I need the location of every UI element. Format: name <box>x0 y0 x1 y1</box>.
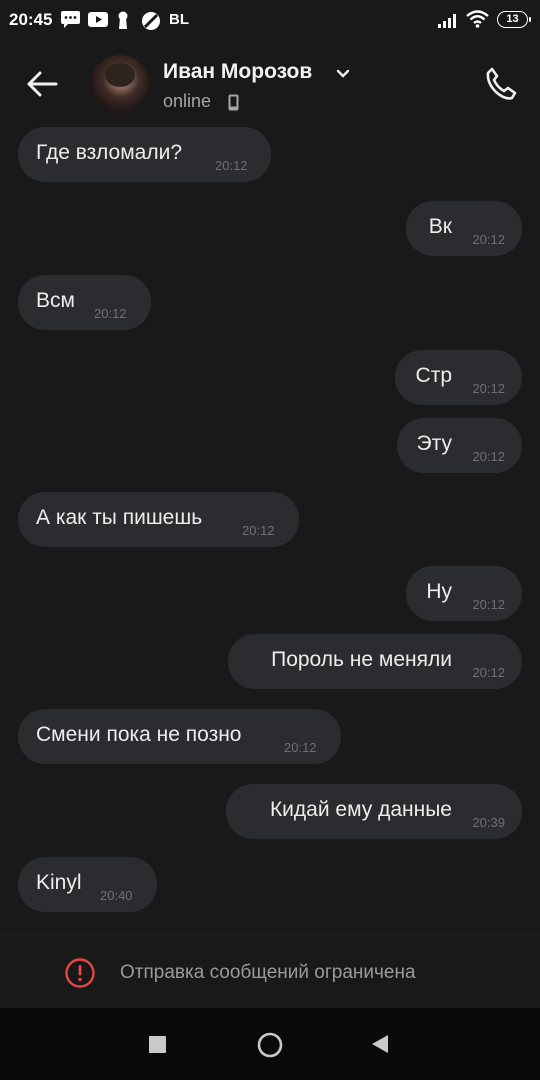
recents-button[interactable] <box>149 1036 166 1053</box>
battery-icon: 13 <box>497 11 531 28</box>
messaging-restricted-banner: Отправка сообщений ограничена <box>0 934 540 1009</box>
battery-level: 13 <box>506 13 519 25</box>
message-time: 20:12 <box>215 158 248 173</box>
message-out[interactable]: Ну 20:12 <box>406 566 522 621</box>
restriction-text: Отправка сообщений ограничена <box>120 962 416 983</box>
message-out[interactable]: Кидай ему данные 20:39 <box>226 784 522 839</box>
message-in[interactable]: Kinyl 20:40 <box>18 857 157 912</box>
message-time: 20:12 <box>472 449 505 464</box>
message-text: Эту <box>416 432 452 455</box>
message-text: Kinyl <box>36 871 82 894</box>
message-out[interactable]: Эту 20:12 <box>397 418 522 473</box>
message-text: Стр <box>415 364 452 387</box>
contact-name[interactable]: Иван Морозов <box>163 60 312 84</box>
system-nav-bar <box>0 1008 540 1080</box>
warning-circle-icon <box>65 958 95 988</box>
mobile-device-icon <box>228 94 239 111</box>
message-time: 20:12 <box>472 665 505 680</box>
message-time: 20:12 <box>472 232 505 247</box>
message-text: Всм <box>36 289 75 312</box>
status-bar: 20:45 BL 13 <box>0 0 540 42</box>
message-text: Пороль не меняли <box>271 648 452 671</box>
signal-icon <box>438 14 456 28</box>
chevron-down-icon[interactable] <box>336 69 350 79</box>
message-text: Где взломали? <box>36 141 182 164</box>
wifi-icon <box>466 10 489 28</box>
message-out[interactable]: Пороль не меняли 20:12 <box>228 634 522 689</box>
message-in[interactable]: Смени пока не позно 20:12 <box>18 709 341 764</box>
message-time: 20:12 <box>242 523 275 538</box>
youtube-icon <box>88 12 108 27</box>
message-time: 20:12 <box>472 597 505 612</box>
message-in[interactable]: А как ты пишешь 20:12 <box>18 492 299 547</box>
contact-status: online <box>163 91 212 111</box>
home-button[interactable] <box>257 1032 283 1058</box>
status-badge: BL <box>169 11 189 28</box>
message-time: 20:12 <box>94 306 127 321</box>
back-arrow-icon[interactable] <box>26 70 58 98</box>
message-text: Смени пока не позно <box>36 723 242 746</box>
message-out[interactable]: Вк 20:12 <box>406 201 522 256</box>
phone-call-icon[interactable] <box>483 66 519 102</box>
message-text: Вк <box>428 215 452 238</box>
message-time: 20:12 <box>284 740 317 755</box>
keyhole-icon <box>118 11 128 29</box>
message-out[interactable]: Стр 20:12 <box>395 350 522 405</box>
nav-back-button[interactable] <box>371 1034 389 1054</box>
message-time: 20:40 <box>100 888 133 903</box>
message-time: 20:12 <box>472 381 505 396</box>
status-time: 20:45 <box>9 10 53 29</box>
message-text: А как ты пишешь <box>36 506 203 529</box>
chat-header: Иван Морозов online <box>0 42 540 126</box>
message-in[interactable]: Где взломали? 20:12 <box>18 127 271 182</box>
blocked-icon <box>142 12 160 30</box>
message-text: Кидай ему данные <box>269 798 452 821</box>
message-text: Ну <box>426 580 452 603</box>
message-in[interactable]: Всм 20:12 <box>18 275 151 330</box>
message-time: 20:39 <box>472 815 505 830</box>
chat-bubble-icon <box>61 11 80 28</box>
avatar[interactable] <box>91 55 149 113</box>
